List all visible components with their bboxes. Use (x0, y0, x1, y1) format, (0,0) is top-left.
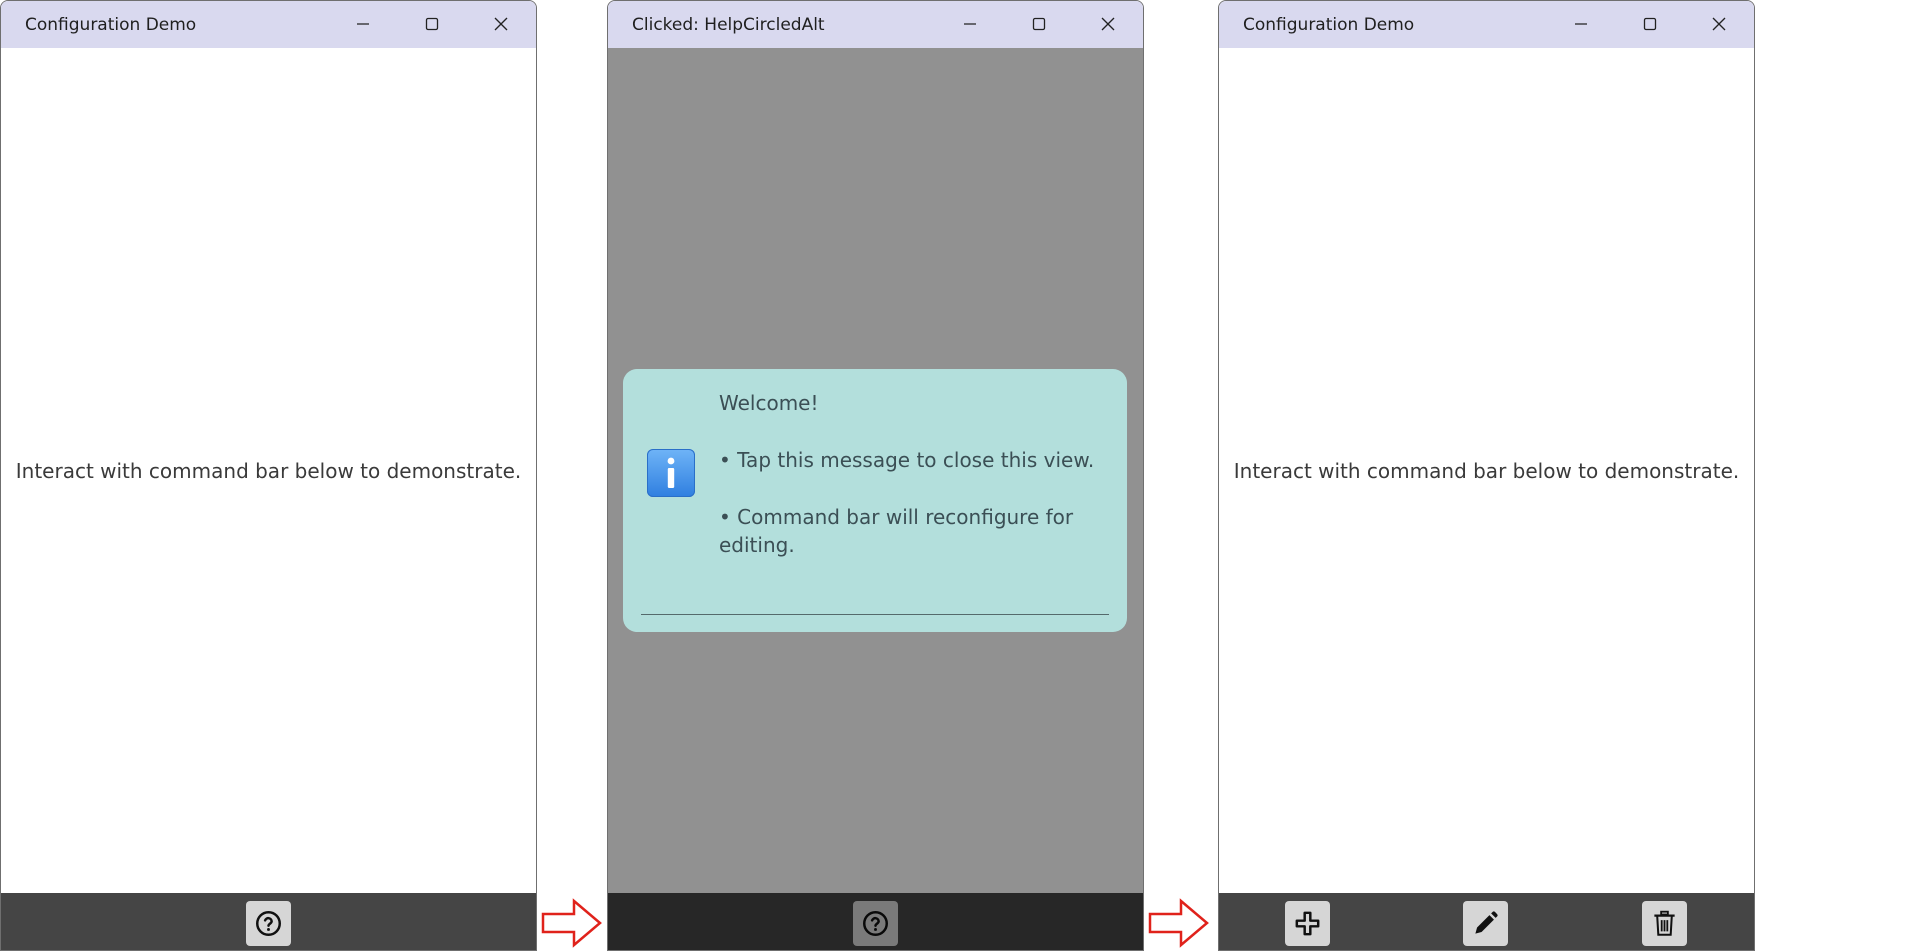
title-bar[interactable]: Configuration Demo (1219, 1, 1754, 48)
delete-icon (1654, 910, 1675, 936)
info-icon (647, 449, 695, 497)
edit-button[interactable] (1463, 901, 1508, 946)
maximize-button[interactable] (1016, 9, 1062, 39)
help-button[interactable] (246, 901, 291, 946)
welcome-toast[interactable]: Welcome! • Tap this message to close thi… (623, 369, 1127, 632)
maximize-icon (425, 17, 439, 31)
close-icon (1101, 17, 1115, 31)
window-title: Clicked: HelpCircledAlt (632, 15, 825, 35)
minimize-icon (1575, 23, 1587, 25)
close-button[interactable] (1085, 9, 1131, 39)
maximize-icon (1032, 17, 1046, 31)
window-title: Configuration Demo (25, 15, 197, 35)
toast-line-reconfigure: • Command bar will reconfigure for editi… (719, 505, 1074, 557)
toast-message: Welcome! • Tap this message to close thi… (719, 389, 1109, 559)
minimize-button[interactable] (340, 9, 386, 39)
window-configuration-demo-edit: Configuration Demo Interact with command… (1218, 0, 1755, 951)
maximize-button[interactable] (1627, 9, 1673, 39)
close-button[interactable] (478, 9, 524, 39)
minimize-icon (964, 23, 976, 25)
command-bar (1219, 893, 1754, 950)
add-button[interactable] (1285, 901, 1330, 946)
modal-overlay[interactable]: Welcome! • Tap this message to close thi… (608, 48, 1143, 950)
instruction-text: Interact with command bar below to demon… (1233, 459, 1740, 483)
minimize-button[interactable] (1558, 9, 1604, 39)
help-circled-icon (256, 911, 281, 936)
close-icon (1712, 17, 1726, 31)
maximize-button[interactable] (409, 9, 455, 39)
maximize-icon (1643, 17, 1657, 31)
window-clicked-help: Clicked: HelpCircledAlt Welcome! • Tap t… (607, 0, 1144, 951)
content-area: Interact with command bar below to demon… (1219, 48, 1754, 893)
edit-icon (1475, 911, 1498, 934)
content-area: Interact with command bar below to demon… (1, 48, 536, 893)
instruction-text: Interact with command bar below to demon… (15, 459, 522, 483)
toast-line-tap: • Tap this message to close this view. (719, 448, 1095, 472)
arrow-right-icon (541, 898, 602, 948)
close-icon (494, 17, 508, 31)
window-configuration-demo: Configuration Demo Interact with command… (0, 0, 537, 951)
toast-divider (641, 614, 1109, 615)
minimize-button[interactable] (947, 9, 993, 39)
close-button[interactable] (1696, 9, 1742, 39)
title-bar[interactable]: Clicked: HelpCircledAlt (608, 1, 1143, 48)
toast-line-welcome: Welcome! (719, 391, 819, 415)
delete-button[interactable] (1642, 901, 1687, 946)
arrow-right-icon (1148, 898, 1209, 948)
command-bar (1, 893, 536, 950)
info-glyph (667, 457, 675, 488)
add-icon (1295, 911, 1320, 936)
window-title: Configuration Demo (1243, 15, 1415, 35)
minimize-icon (357, 23, 369, 25)
title-bar[interactable]: Configuration Demo (1, 1, 536, 48)
